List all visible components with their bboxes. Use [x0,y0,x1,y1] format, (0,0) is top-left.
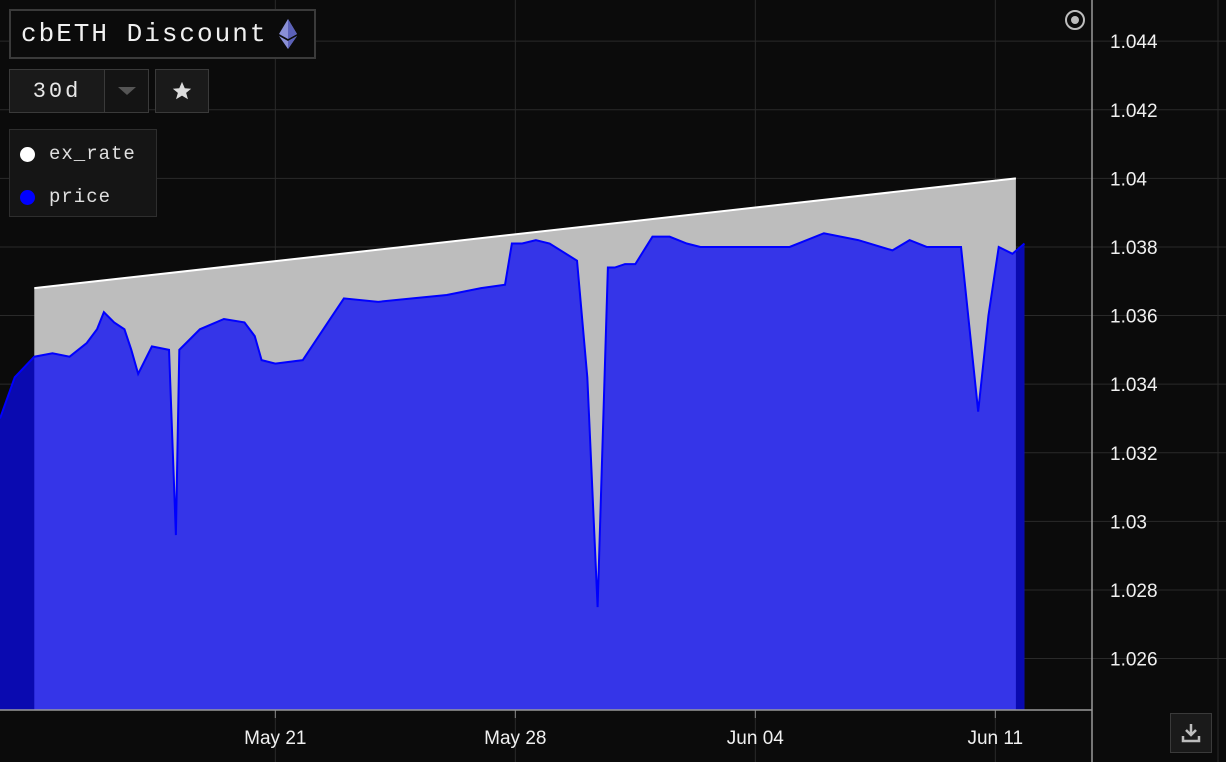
legend-swatch-price [20,189,35,205]
range-select[interactable]: 30d [9,69,149,113]
legend-item-ex-rate[interactable]: ex_rate [20,143,136,165]
x-tick-label: May 21 [244,728,306,749]
legend-item-price[interactable]: price [20,186,111,208]
chart-title-box: cbETH Discount [9,9,316,59]
chart-legend: ex_rate price [9,129,157,217]
y-tick-label: 1.026 [1110,650,1158,671]
y-tick-label: 1.044 [1110,32,1158,53]
star-icon [172,81,192,100]
legend-swatch-ex-rate [20,146,35,162]
y-tick-label: 1.04 [1110,169,1147,190]
y-tick-label: 1.036 [1110,307,1158,328]
y-tick-label: 1.042 [1110,101,1158,122]
y-tick-label: 1.038 [1110,238,1158,259]
y-tick-label: 1.03 [1110,512,1147,533]
x-tick-label: Jun 04 [727,728,784,749]
y-tick-label: 1.032 [1110,444,1158,465]
download-icon [1181,724,1201,743]
range-dropdown-toggle[interactable] [104,70,148,112]
y-tick-label: 1.028 [1110,581,1158,602]
favorite-button[interactable] [155,69,209,113]
target-icon[interactable] [1064,9,1086,31]
y-tick-label: 1.034 [1110,375,1158,396]
x-tick-label: May 28 [484,728,546,749]
ethereum-icon [279,19,298,49]
legend-label-ex-rate: ex_rate [49,143,136,165]
x-tick-label: Jun 11 [967,728,1023,749]
chevron-down-icon [117,87,136,95]
legend-label-price: price [49,186,112,208]
chart-canvas: 1.026 1.028 1.03 1.032 1.034 1.036 1.038 1.04 1.… [0,0,1226,762]
range-select-label: 30d [32,78,82,104]
download-button[interactable] [1170,713,1212,753]
chart-title: cbETH Discount [21,19,268,49]
